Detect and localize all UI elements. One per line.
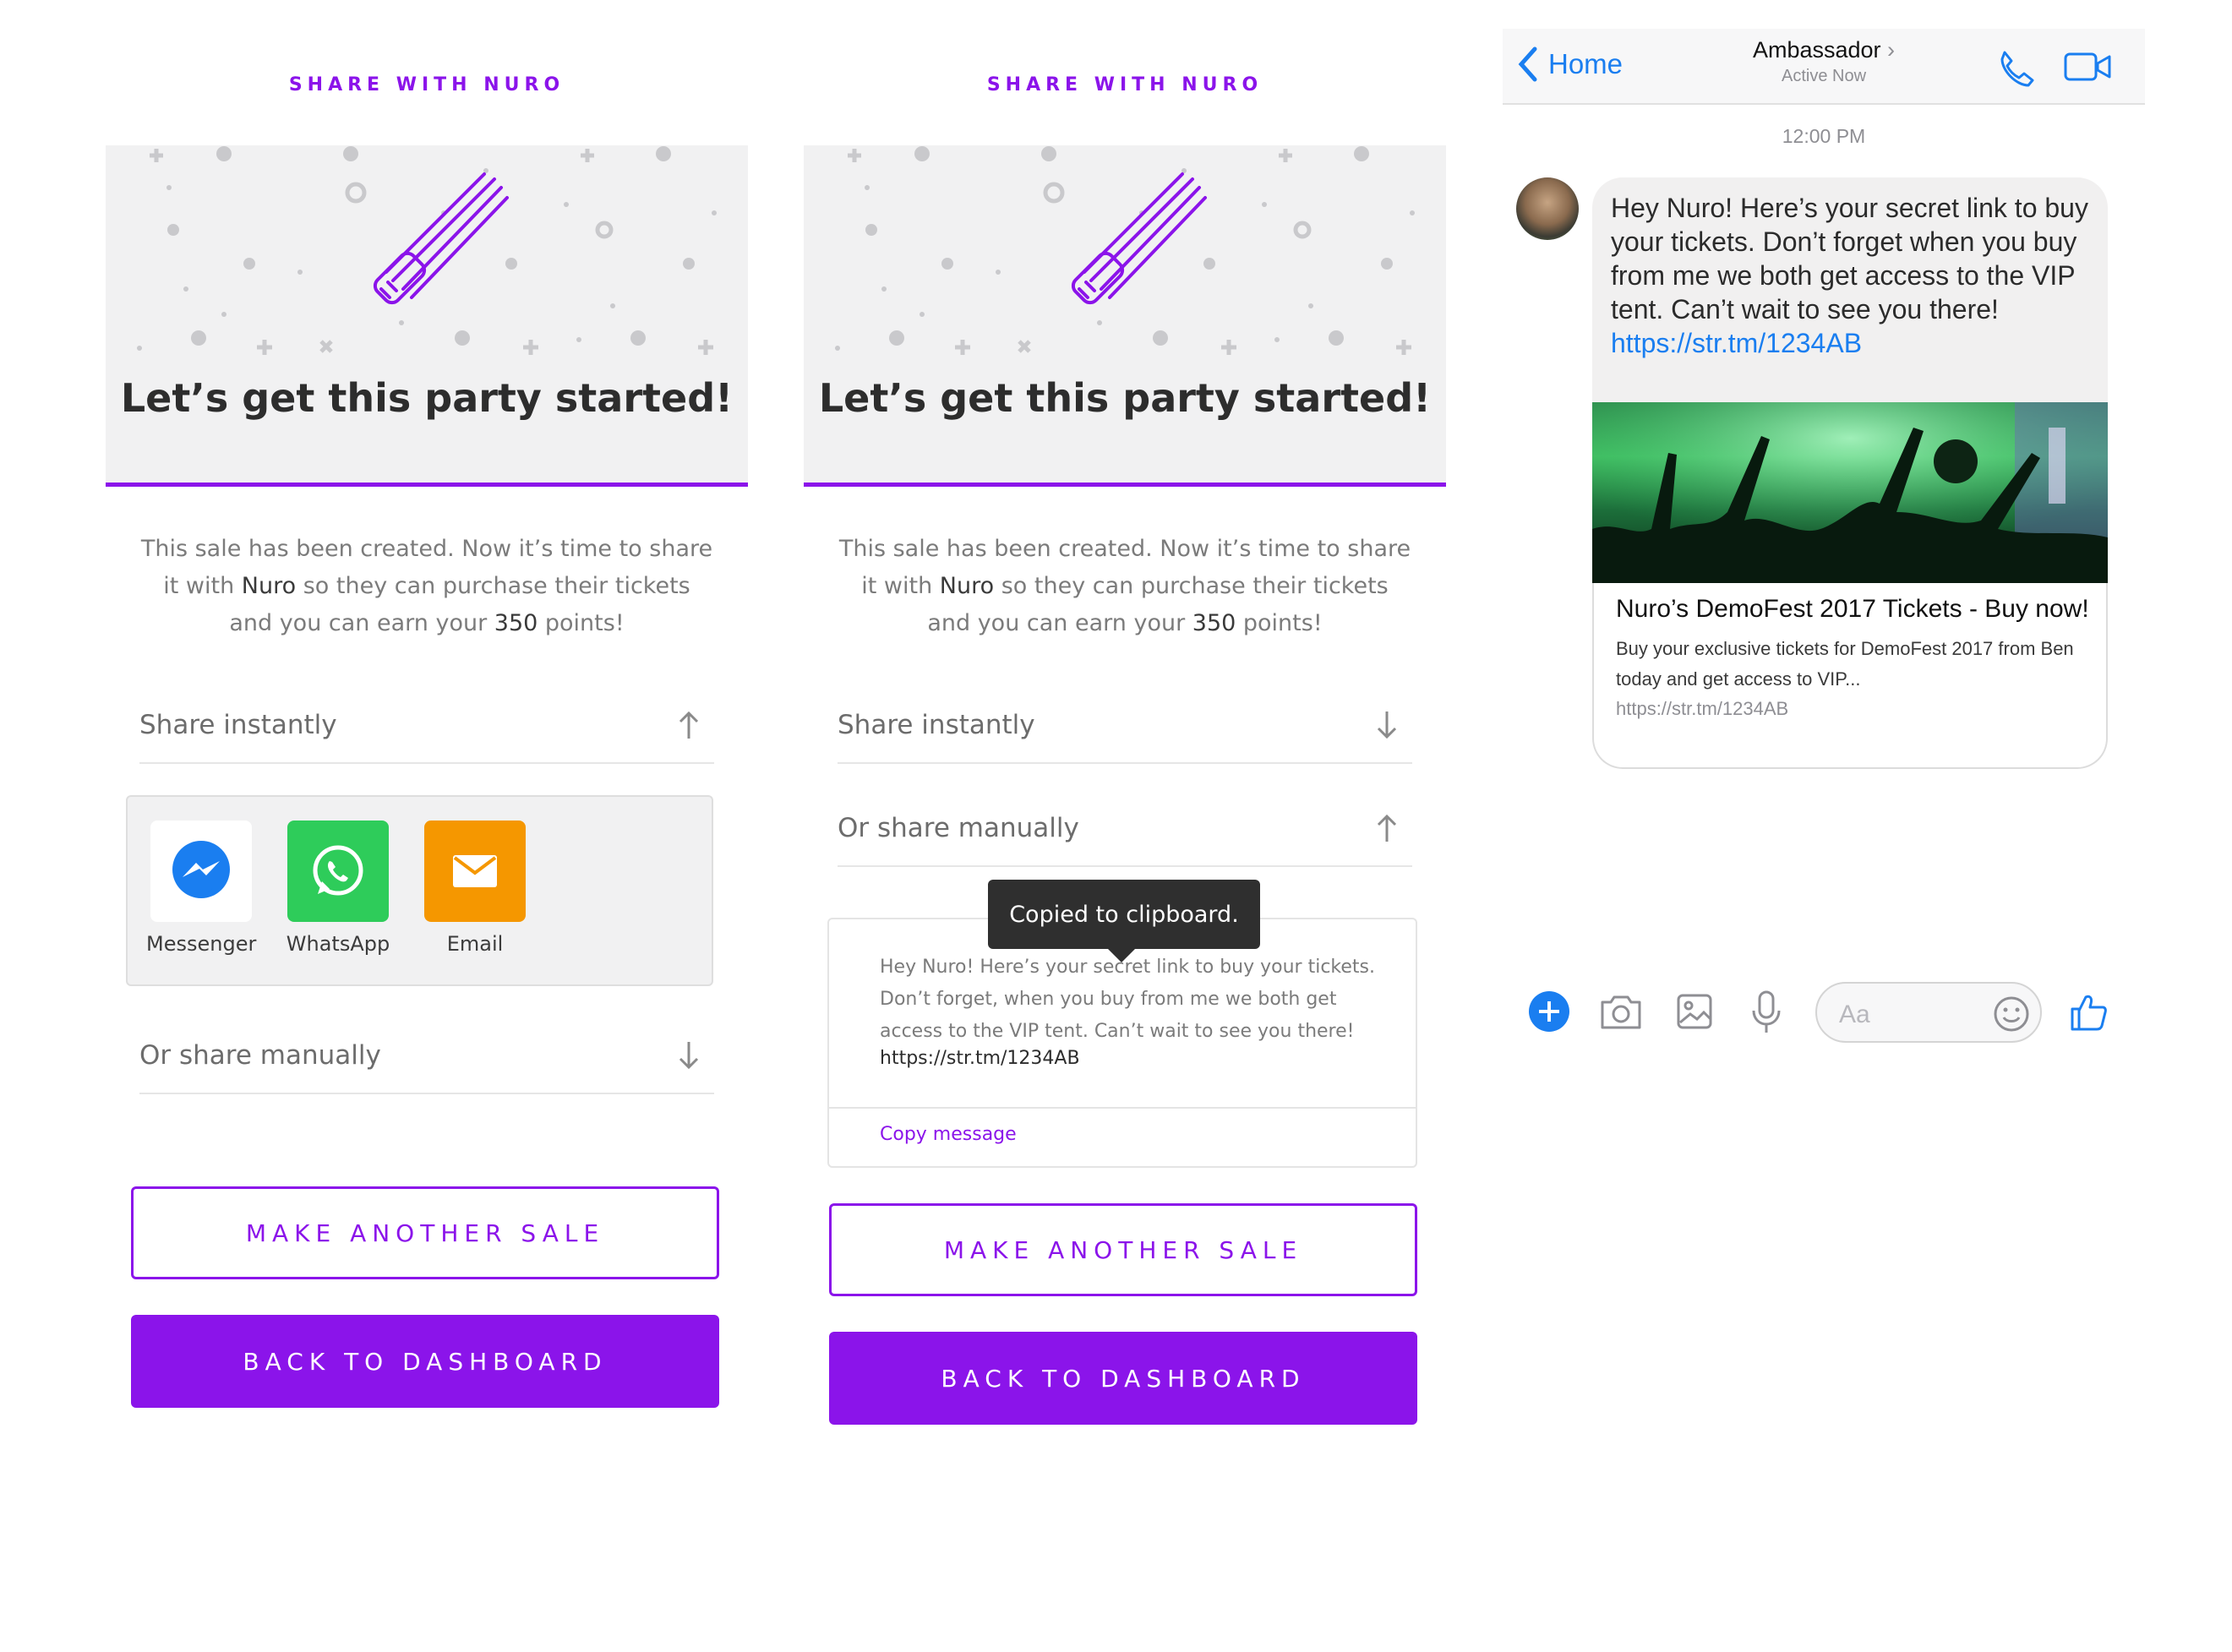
points-value: 350	[494, 610, 538, 636]
app-label: Email	[446, 932, 504, 956]
messenger-icon	[172, 841, 230, 898]
share-manually-label: Or share manually	[838, 813, 1079, 843]
recipient-name: Nuro	[241, 573, 297, 599]
microphone-icon[interactable]	[1749, 990, 1783, 1034]
share-screen-expanded: SHARE WITH NURO Let’s get this party sta…	[106, 0, 748, 1652]
points-value: 350	[1192, 610, 1236, 636]
share-manually-label: Or share manually	[139, 1040, 381, 1071]
back-to-dashboard-button[interactable]: BACK TO DASHBOARD	[131, 1315, 719, 1408]
share-instantly-toggle[interactable]: Share instantly	[838, 688, 1412, 764]
preview-url: https://str.tm/1234AB	[1616, 698, 1789, 719]
recipient-name: Nuro	[939, 573, 995, 599]
phone-icon[interactable]	[1995, 47, 2035, 88]
hero-banner: Let’s get this party started!	[804, 145, 1446, 487]
hero-title: Let’s get this party started!	[818, 375, 1432, 421]
message-bubble[interactable]: Hey Nuro! Here’s your secret link to buy…	[1592, 177, 2108, 769]
make-another-sale-button[interactable]: MAKE ANOTHER SALE	[829, 1203, 1417, 1296]
active-status: Active Now	[1781, 67, 1867, 85]
email-icon	[453, 855, 497, 887]
share-whatsapp-button[interactable]: WhatsApp	[283, 821, 393, 956]
copied-tooltip: Copied to clipboard.	[988, 880, 1260, 962]
input-placeholder: Aa	[1839, 1000, 1870, 1028]
preview-description: Buy your exclusive tickets for DemoFest …	[1616, 638, 2074, 690]
share-instantly-label: Share instantly	[139, 710, 337, 740]
composer-toolbar: Aa	[1503, 979, 2145, 1046]
eyebrow-title: SHARE WITH NURO	[986, 74, 1263, 95]
hero-banner: Let’s get this party started!	[106, 145, 748, 487]
intro-line: This sale has been created. Now it’s tim…	[838, 536, 1411, 562]
share-email-button[interactable]: Email	[420, 821, 530, 956]
confetti-pattern-icon	[835, 146, 1415, 355]
crowd-silhouette-icon	[1592, 402, 2108, 583]
divider	[829, 1107, 1416, 1109]
app-tile	[424, 821, 526, 922]
chat-header: Home Ambassador › Active Now	[1503, 29, 2145, 105]
back-to-dashboard-button[interactable]: BACK TO DASHBOARD	[829, 1332, 1417, 1425]
messenger-conversation: Home Ambassador › Active Now 12:00 PM He…	[1503, 0, 2145, 1652]
arrow-up-icon	[679, 711, 699, 739]
thumbs-up-icon[interactable]	[2067, 990, 2109, 1033]
app-tile	[150, 821, 252, 922]
share-manually-toggle[interactable]: Or share manually	[838, 791, 1412, 867]
gallery-icon[interactable]	[1675, 990, 1714, 1033]
concert-photo[interactable]	[1592, 402, 2108, 583]
intro-line: it with Nuro so they can purchase their …	[861, 573, 1389, 599]
contact-name: Ambassador ›	[1752, 37, 1896, 63]
message-link[interactable]: https://str.tm/1234AB	[1611, 328, 1862, 358]
message-input[interactable]: Aa	[1815, 982, 2042, 1043]
make-another-sale-button[interactable]: MAKE ANOTHER SALE	[131, 1186, 719, 1279]
whatsapp-icon	[313, 845, 363, 896]
emoji-icon[interactable]	[1993, 995, 2030, 1033]
eyebrow-title: SHARE WITH NURO	[288, 74, 565, 95]
share-apps-panel: Messenger WhatsApp Email	[126, 795, 713, 986]
copy-message-button[interactable]: Copy message	[880, 1124, 1017, 1145]
message-text: Hey Nuro! Here’s your secret link to buy…	[1611, 193, 2088, 358]
intro-text: This sale has been created. Now it’s tim…	[139, 531, 714, 642]
intro-line: and you can earn your 350 points!	[229, 610, 625, 636]
arrow-down-icon	[679, 1042, 699, 1070]
share-message-text[interactable]: Hey Nuro! Here’s your secret link to buy…	[880, 951, 1387, 1048]
share-instantly-toggle[interactable]: Share instantly	[139, 688, 714, 764]
video-camera-icon[interactable]	[2064, 51, 2111, 83]
arrow-down-icon	[1377, 712, 1397, 739]
share-message-link[interactable]: https://str.tm/1234AB	[880, 1048, 1080, 1069]
share-manually-toggle[interactable]: Or share manually	[139, 1018, 714, 1094]
app-label: WhatsApp	[286, 932, 390, 956]
app-tile	[287, 821, 389, 922]
intro-line: This sale has been created. Now it’s tim…	[140, 536, 713, 562]
confetti-pattern-icon	[137, 146, 717, 355]
preview-title: Nuro’s DemoFest 2017 Tickets - Buy now!	[1616, 595, 2089, 623]
intro-line: it with Nuro so they can purchase their …	[163, 573, 690, 599]
app-label: Messenger	[146, 932, 257, 956]
share-screen-manual: SHARE WITH NURO Let’s get this party sta…	[804, 0, 1446, 1652]
share-instantly-label: Share instantly	[838, 710, 1035, 740]
intro-line: and you can earn your 350 points!	[927, 610, 1323, 636]
chevron-right-icon: ›	[1887, 37, 1896, 63]
hero-title: Let’s get this party started!	[120, 375, 734, 421]
contact-title[interactable]: Ambassador › Active Now	[1503, 37, 2145, 86]
camera-icon[interactable]	[1599, 990, 1643, 1033]
intro-text: This sale has been created. Now it’s tim…	[838, 531, 1412, 642]
plus-circle-icon[interactable]	[1528, 990, 1570, 1033]
avatar[interactable]	[1516, 177, 1579, 240]
message-timestamp: 12:00 PM	[1782, 125, 1866, 147]
arrow-up-icon	[1377, 814, 1397, 842]
link-preview-card[interactable]: Nuro’s DemoFest 2017 Tickets - Buy now! …	[1592, 583, 2108, 769]
share-messenger-button[interactable]: Messenger	[146, 821, 256, 956]
